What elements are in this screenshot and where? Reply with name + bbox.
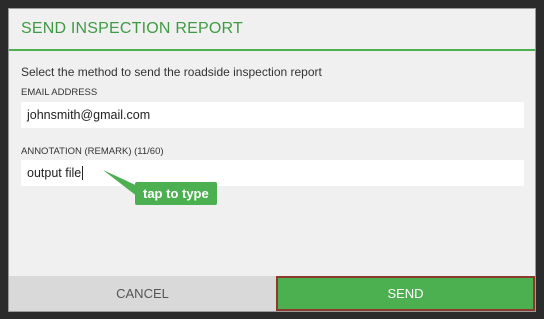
email-field[interactable]: johnsmith@gmail.com: [21, 102, 524, 128]
dialog-header: SEND INSPECTION REPORT: [9, 9, 535, 51]
annotation-label: ANNOTATION (REMARK) (11/60): [21, 146, 164, 157]
tap-to-type-tooltip: tap to type: [135, 182, 217, 205]
dialog-title: SEND INSPECTION REPORT: [21, 20, 243, 37]
text-caret: [82, 166, 84, 180]
email-label: EMAIL ADDRESS: [21, 87, 98, 98]
annotation-value: output file: [27, 166, 82, 180]
cancel-button[interactable]: CANCEL: [9, 276, 276, 311]
dialog-footer: CANCEL SEND: [9, 276, 535, 311]
instructions-text: Select the method to send the roadside i…: [21, 65, 322, 79]
send-button[interactable]: SEND: [276, 276, 535, 311]
annotation-field[interactable]: output file: [21, 160, 524, 186]
send-inspection-dialog: SEND INSPECTION REPORT Select the method…: [8, 8, 536, 312]
email-value: johnsmith@gmail.com: [27, 108, 151, 122]
